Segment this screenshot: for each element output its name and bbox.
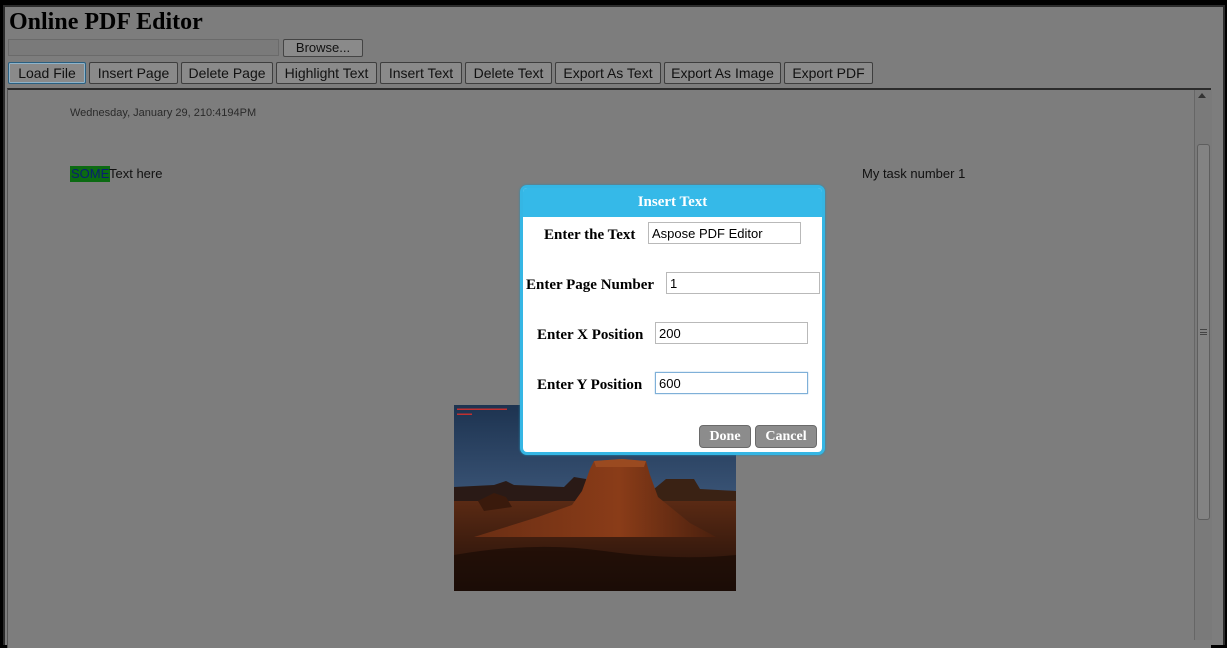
vertical-scrollbar[interactable] xyxy=(1194,90,1212,640)
insert-text-button[interactable]: Insert Text xyxy=(380,62,462,84)
insert-page-button[interactable]: Insert Page xyxy=(89,62,178,84)
grip-icon xyxy=(1200,329,1207,335)
highlighted-text: SOME xyxy=(70,166,111,182)
text-field-label: Enter the Text xyxy=(544,227,636,243)
document-task-text: My task number 1 xyxy=(862,166,966,181)
scroll-up-icon[interactable] xyxy=(1198,93,1206,98)
delete-page-button[interactable]: Delete Page xyxy=(181,62,273,84)
highlight-text-button[interactable]: Highlight Text xyxy=(276,62,377,84)
scroll-thumb[interactable] xyxy=(1197,144,1210,520)
page-number-input[interactable] xyxy=(666,272,820,294)
document-text: Text here xyxy=(109,166,163,181)
file-path-input[interactable] xyxy=(8,39,279,56)
insert-text-dialog: Insert Text Enter the Text Enter Page Nu… xyxy=(520,185,825,455)
y-position-label: Enter Y Position xyxy=(537,377,643,393)
export-as-text-button[interactable]: Export As Text xyxy=(555,62,661,84)
export-as-image-button[interactable]: Export As Image xyxy=(664,62,781,84)
y-position-input[interactable] xyxy=(655,372,808,394)
cancel-button[interactable]: Cancel xyxy=(755,425,817,448)
done-button[interactable]: Done xyxy=(699,425,751,448)
svg-text:▬▬▬: ▬▬▬ xyxy=(457,411,472,417)
document-timestamp: Wednesday, January 29, 210:4194PM xyxy=(70,107,257,119)
page-title: Online PDF Editor xyxy=(9,9,203,35)
x-position-label: Enter X Position xyxy=(537,327,644,343)
page-number-label: Enter Page Number xyxy=(526,277,655,293)
export-pdf-button[interactable]: Export PDF xyxy=(784,62,873,84)
x-position-input[interactable] xyxy=(655,322,808,344)
text-input[interactable] xyxy=(648,222,801,244)
browse-button[interactable]: Browse... xyxy=(283,39,363,57)
load-file-button[interactable]: Load File xyxy=(8,62,86,84)
dialog-title: Insert Text xyxy=(523,188,822,217)
delete-text-button[interactable]: Delete Text xyxy=(465,62,552,84)
